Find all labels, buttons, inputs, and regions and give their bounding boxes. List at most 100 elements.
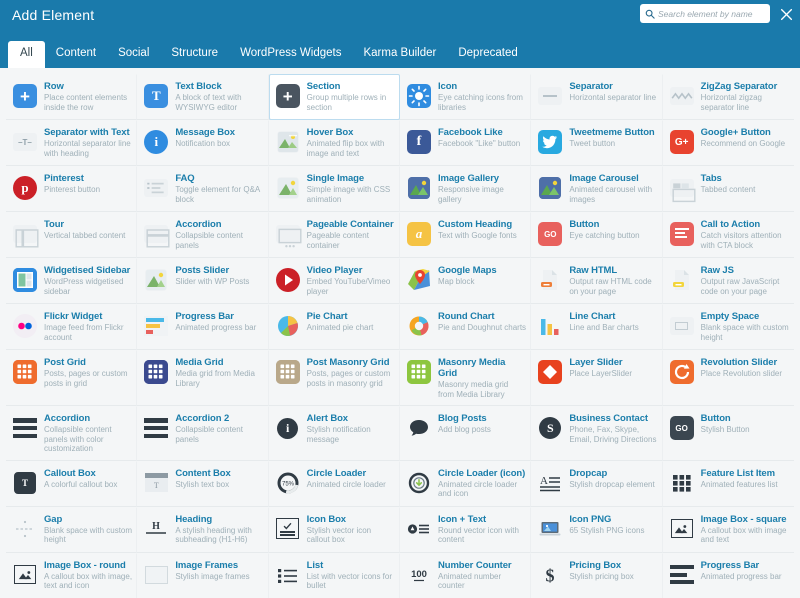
element-card-single-image[interactable]: Single ImageSimple image with CSS animat… [269, 166, 400, 212]
element-card-icon-box[interactable]: Icon BoxStylish vector icon callout box [269, 507, 400, 553]
element-card-feature-list-item[interactable]: Feature List ItemAnimated features list [663, 461, 794, 507]
element-title: Tweetmeme Button [569, 127, 657, 138]
element-card-icon-png[interactable]: Icon PNG65 Stylish PNG icons [531, 507, 662, 553]
tab-social[interactable]: Social [107, 41, 160, 69]
element-description: Animated number counter [438, 572, 526, 591]
element-card-icon[interactable]: IconEye catching icons from libraries [400, 74, 531, 120]
tab-content[interactable]: Content [45, 41, 107, 69]
element-card-masonry-media-grid[interactable]: Masonry Media GridMasonry media grid fro… [400, 350, 531, 406]
element-card-number-counter[interactable]: 100Number CounterAnimated number counter [400, 553, 531, 598]
tab-structure[interactable]: Structure [160, 41, 229, 69]
element-card-icon-text[interactable]: Icon + TextRound vector icon with conten… [400, 507, 531, 553]
element-card-text: Alert BoxStylish notification message [307, 413, 395, 444]
element-card-video-player[interactable]: Video PlayerEmbed YouTube/Vimeo player [269, 258, 400, 304]
element-card-separator[interactable]: SeparatorHorizontal separator line [531, 74, 662, 120]
element-card-faq[interactable]: FAQToggle element for Q&A block [137, 166, 268, 212]
element-title: Image Box - square [701, 514, 789, 525]
element-card-image-box-round[interactable]: Image Box - roundA callout box with imag… [6, 553, 137, 598]
element-description: Output raw JavaScript code on your page [701, 277, 789, 296]
close-icon[interactable] [777, 5, 795, 23]
element-card-round-chart[interactable]: Round ChartPie and Doughnut charts [400, 304, 531, 350]
element-card-line-chart[interactable]: Line ChartLine and Bar charts [531, 304, 662, 350]
element-card-progress-bar[interactable]: Progress BarAnimated progress bar [663, 553, 794, 598]
element-card-tabs[interactable]: TabsTabbed content [663, 166, 794, 212]
element-card-tweetmeme-button[interactable]: Tweetmeme ButtonTweet button [531, 120, 662, 166]
tab-deprecated[interactable]: Deprecated [447, 41, 528, 69]
element-card-pageable-container[interactable]: Pageable ContainerPageable content conta… [269, 212, 400, 258]
element-card-row[interactable]: +RowPlace content elements inside the ro… [6, 74, 137, 120]
element-card-callout-box[interactable]: TCallout BoxA colorful callout box [6, 461, 137, 507]
element-card-text-block[interactable]: TText BlockA block of text with WYSIWYG … [137, 74, 268, 120]
element-card-text: Accordion 2Collapsible content panels [175, 413, 263, 444]
element-card-image-carousel[interactable]: Image CarouselAnimated carousel with ima… [531, 166, 662, 212]
element-card-hover-box[interactable]: Hover BoxAnimated flip box with image an… [269, 120, 400, 166]
element-card-alert-box[interactable]: iAlert BoxStylish notification message [269, 406, 400, 461]
element-card-blog-posts[interactable]: Blog PostsAdd blog posts [400, 406, 531, 461]
element-card-text: Round ChartPie and Doughnut charts [438, 311, 526, 333]
element-title: Button [569, 219, 657, 230]
element-card-image-frames[interactable]: Image FramesStylish image frames [137, 553, 268, 598]
layerslider-icon [536, 358, 564, 386]
element-card-text: Google MapsMap block [438, 265, 526, 287]
grid-green-icon [405, 358, 433, 386]
search-icon [645, 9, 655, 19]
element-card-post-grid[interactable]: Post GridPosts, pages or custom posts in… [6, 350, 137, 406]
element-card-pricing-box[interactable]: $Pricing BoxStylish pricing box [531, 553, 662, 598]
element-card-empty-space[interactable]: Empty SpaceBlank space with custom heigh… [663, 304, 794, 350]
element-card-google-button[interactable]: G+Google+ ButtonRecommend on Google [663, 120, 794, 166]
element-card-flickr-widget[interactable]: Flickr WidgetImage feed from Flickr acco… [6, 304, 137, 350]
element-card-call-to-action[interactable]: Call to ActionCatch visitors attention w… [663, 212, 794, 258]
tab-wordpress-widgets[interactable]: WordPress Widgets [229, 41, 352, 69]
element-card-content-box[interactable]: TContent BoxStylish text box [137, 461, 268, 507]
tab-all[interactable]: All [8, 41, 45, 69]
element-card-circle-loader-icon[interactable]: Circle Loader (icon)Animated circle load… [400, 461, 531, 507]
circle-loader-icon: 75% [274, 469, 302, 497]
element-card-facebook-like[interactable]: fFacebook LikeFacebook "Like" button [400, 120, 531, 166]
element-card-button[interactable]: GOButtonEye catching button [531, 212, 662, 258]
element-card-custom-heading[interactable]: aCustom HeadingText with Google fonts [400, 212, 531, 258]
element-card-raw-js[interactable]: Raw JSOutput raw JavaScript code on your… [663, 258, 794, 304]
element-card-layer-slider[interactable]: Layer SliderPlace LayerSlider [531, 350, 662, 406]
search-input[interactable] [658, 9, 765, 19]
element-card-image-gallery[interactable]: Image GalleryResponsive image gallery [400, 166, 531, 212]
element-card-accordion[interactable]: AccordionCollapsible content panels [137, 212, 268, 258]
element-description: Pinterest button [44, 185, 132, 195]
element-card-text: Content BoxStylish text box [175, 468, 263, 490]
element-card-pie-chart[interactable]: Pie ChartAnimated pie chart [269, 304, 400, 350]
element-description: Media grid from Media Library [175, 369, 263, 388]
tab-karma-builder[interactable]: Karma Builder [352, 41, 447, 69]
element-description: Catch visitors attention with CTA block [701, 231, 789, 250]
element-card-google-maps[interactable]: Google MapsMap block [400, 258, 531, 304]
element-description: Image feed from Flickr account [44, 323, 132, 342]
element-card-raw-html[interactable]: Raw HTMLOutput raw HTML code on your pag… [531, 258, 662, 304]
element-card-message-box[interactable]: iMessage BoxNotification box [137, 120, 268, 166]
skype-icon: S [536, 414, 564, 442]
search-box[interactable] [640, 4, 770, 23]
element-title: Tabs [701, 173, 789, 184]
element-card-separator-with-text[interactable]: –T–Separator with TextHorizontal separat… [6, 120, 137, 166]
element-card-list[interactable]: ListList with vector icons for bullet [269, 553, 400, 598]
element-card-image-box-square[interactable]: Image Box - squareA callout box with ima… [663, 507, 794, 553]
element-card-gap[interactable]: GapBlank space with custom height [6, 507, 137, 553]
element-card-section[interactable]: +SectionGroup multiple rows in section [269, 74, 400, 120]
element-card-post-masonry-grid[interactable]: Post Masonry GridPosts, pages or custom … [269, 350, 400, 406]
element-card-revolution-slider[interactable]: Revolution SliderPlace Revolution slider [663, 350, 794, 406]
element-card-heading[interactable]: HHeadingA stylish heading with subheadin… [137, 507, 268, 553]
element-card-text: Hover BoxAnimated flip box with image an… [307, 127, 395, 158]
element-card-dropcap[interactable]: ADropcapStylish dropcap element [531, 461, 662, 507]
element-card-pinterest[interactable]: pPinterestPinterest button [6, 166, 137, 212]
element-card-zigzag-separator[interactable]: ZigZag SeparatorHorizontal zigzag separa… [663, 74, 794, 120]
element-card-media-grid[interactable]: Media GridMedia grid from Media Library [137, 350, 268, 406]
number-100-icon: 100 [405, 561, 433, 589]
element-card-button[interactable]: GOButtonStylish Button [663, 406, 794, 461]
element-card-progress-bar[interactable]: Progress BarAnimated progress bar [137, 304, 268, 350]
element-card-text: ZigZag SeparatorHorizontal zigzag separa… [701, 81, 789, 112]
element-card-accordion-2[interactable]: Accordion 2Collapsible content panels [137, 406, 268, 461]
element-description: Animated circle loader [307, 480, 395, 490]
element-card-tour[interactable]: TourVertical tabbed content [6, 212, 137, 258]
element-card-accordion[interactable]: AccordionCollapsible content panels with… [6, 406, 137, 461]
element-card-business-contact[interactable]: SBusiness ContactPhone, Fax, Skype, Emai… [531, 406, 662, 461]
element-card-widgetised-sidebar[interactable]: Widgetised SidebarWordPress widgetised s… [6, 258, 137, 304]
element-card-circle-loader[interactable]: 75%Circle LoaderAnimated circle loader [269, 461, 400, 507]
element-card-posts-slider[interactable]: Posts SliderSlider with WP Posts [137, 258, 268, 304]
